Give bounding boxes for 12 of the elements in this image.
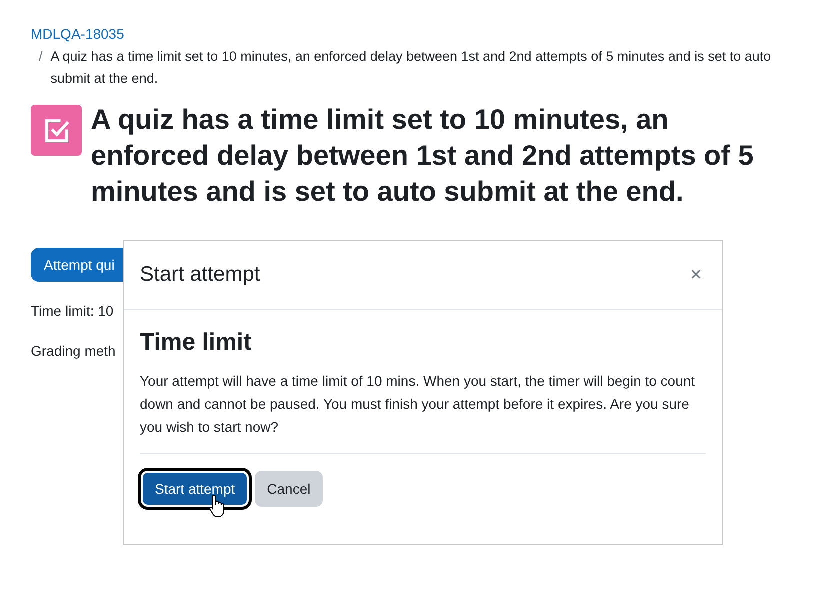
time-limit-text: Time limit: 10 — [31, 302, 114, 321]
breadcrumb-separator: / — [39, 48, 43, 66]
checkbox-icon — [31, 105, 82, 156]
cancel-button[interactable]: Cancel — [255, 471, 323, 507]
grading-method-text: Grading meth — [31, 342, 116, 361]
breadcrumb-current: A quiz has a time limit set to 10 minutes, an enforced delay between 1st and 2nd attempts of 5 minutes and is set to auto submit at the end. — [50, 48, 772, 88]
close-button[interactable]: × — [686, 260, 706, 290]
time-limit-heading: Time limit — [140, 328, 253, 358]
dialog-message: Your attempt will have a time limit of 10 mins. When you start, the timer will begin to count down and cannot be paused. You must finish your attempt before it expires. Are you sure you wish to start now? — [140, 372, 696, 437]
start-attempt-button[interactable]: Start attempt — [141, 471, 250, 507]
breadcrumb-link[interactable]: MDLQA-18035 — [31, 24, 839, 44]
page-title: A quiz has a time limit set to 10 minutes, an enforced delay between 1st and 2nd attempts of 5 minutes and is set to auto submit at the end. — [91, 103, 755, 209]
